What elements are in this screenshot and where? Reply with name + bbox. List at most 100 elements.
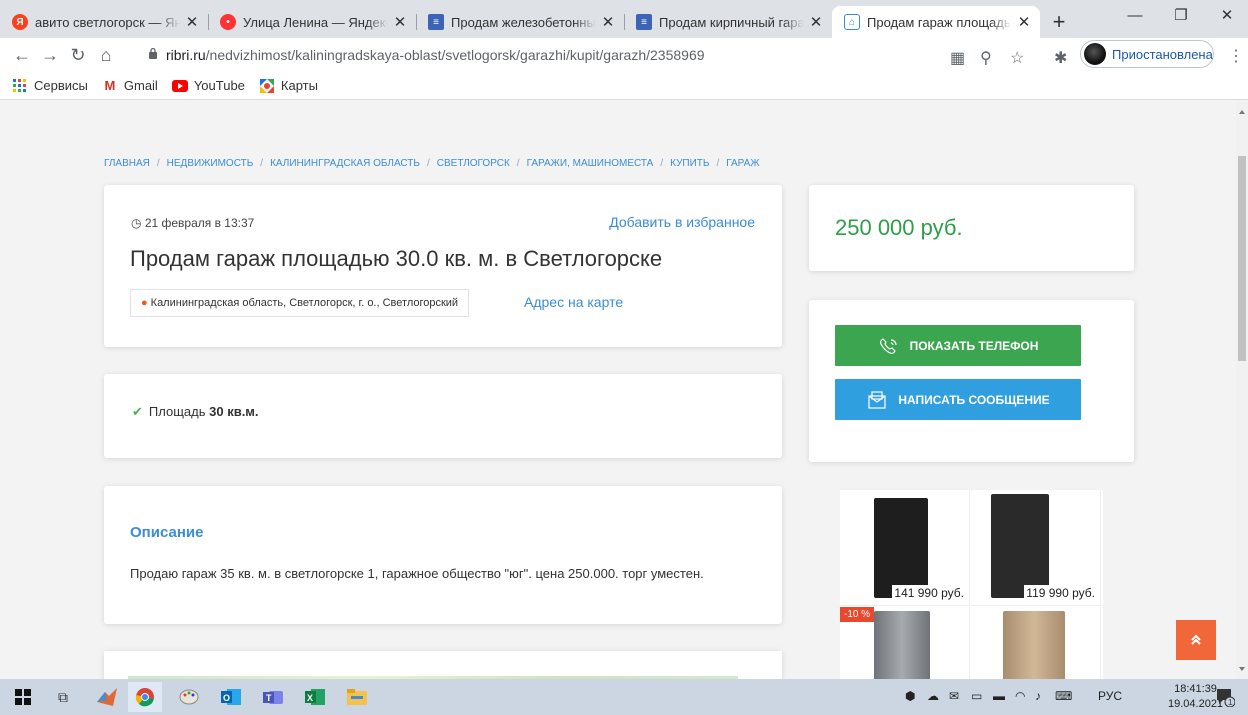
matlab-icon[interactable]	[96, 686, 118, 708]
ad-date: ◷ 21 февраля в 13:37	[131, 216, 254, 230]
map-link[interactable]: Адрес на карте	[524, 294, 623, 310]
tab-maps[interactable]: • Улица Ленина — Яндекс.Карты ✕	[208, 6, 416, 38]
battery-icon[interactable]: ▬	[993, 689, 1005, 703]
extensions-icon[interactable]: ✱	[1054, 48, 1067, 68]
tab-title: Продам гараж площадью	[867, 14, 1012, 30]
youtube-icon	[171, 79, 188, 93]
svg-text:O: O	[223, 693, 230, 703]
outlook-icon[interactable]: O	[220, 686, 242, 708]
volume-icon[interactable]: ♪	[1035, 689, 1041, 703]
product-card[interactable]	[971, 607, 1101, 679]
new-tab-button[interactable]: +	[1044, 6, 1074, 38]
bookmark-label: Gmail	[123, 78, 158, 93]
close-icon[interactable]: ✕	[184, 13, 200, 31]
breadcrumb-home[interactable]: ГЛАВНАЯ	[104, 158, 150, 169]
bookmark-maps[interactable]: Карты	[259, 78, 318, 93]
yandex-icon: Я	[12, 14, 28, 30]
onedrive-icon[interactable]: ☁	[927, 689, 939, 703]
outlook-tray-icon[interactable]: ✉	[949, 689, 959, 703]
breadcrumb-realty[interactable]: НЕДВИЖИМОСТЬ	[167, 158, 254, 169]
show-phone-label: ПОКАЗАТЬ ТЕЛЕФОН	[909, 338, 1039, 353]
apps-grid-icon	[12, 78, 28, 93]
bookmark-label: YouTube	[193, 78, 245, 93]
message-icon	[868, 390, 886, 409]
breadcrumb-garages[interactable]: ГАРАЖИ, МАШИНОМЕСТА	[527, 158, 654, 169]
breadcrumb-garage[interactable]: ГАРАЖ	[726, 158, 759, 169]
language-indicator[interactable]: РУС	[1098, 689, 1122, 703]
paint-icon[interactable]	[178, 686, 200, 708]
scroll-to-top-button[interactable]	[1176, 620, 1216, 660]
window-close-icon[interactable]: ✕	[1204, 0, 1248, 30]
address-text: Калининградская область, Светлогорск, г.…	[150, 297, 459, 309]
file-explorer-icon[interactable]	[346, 686, 368, 708]
tab-title: Продам кирпичный гараж	[659, 14, 804, 30]
windows-start-icon[interactable]	[12, 686, 34, 708]
star-icon[interactable]: ☆	[1010, 48, 1024, 68]
breadcrumb-city[interactable]: СВЕТЛОГОРСК	[437, 158, 510, 169]
svg-text:T: T	[266, 693, 272, 703]
scrollbar-thumb[interactable]	[1238, 156, 1246, 361]
network-share-icon[interactable]: ▭	[971, 689, 982, 703]
fridge-image	[1003, 611, 1065, 679]
translate-icon[interactable]: ▦	[950, 48, 965, 68]
profile-label: Приостановлена	[1112, 46, 1213, 62]
keyboard-icon[interactable]: ⌨	[1055, 689, 1072, 703]
back-icon[interactable]: ←	[8, 41, 36, 69]
url-text: ribri.ru/nedvizhimost/kaliningradskaya-o…	[166, 47, 705, 63]
tab-garage-area[interactable]: ⌂ Продам гараж площадью ✕	[832, 6, 1040, 38]
task-view-icon[interactable]: ⧉	[52, 686, 74, 708]
feature-area: ✔ Площадь 30 кв.м.	[132, 404, 259, 420]
scroll-down-icon[interactable]	[1239, 667, 1245, 671]
teams-tray-icon[interactable]: ⬢	[905, 689, 915, 703]
tab-concrete-garage[interactable]: ≡ Продам железобетонный гараж ✕	[416, 6, 624, 38]
zoom-icon[interactable]: ⚲	[980, 48, 992, 68]
bookmark-youtube[interactable]: YouTube	[171, 78, 245, 93]
ad-date-text: 21 февраля в 13:37	[144, 216, 255, 230]
wifi-icon[interactable]: ◠	[1015, 689, 1025, 703]
home-icon[interactable]: ⌂	[92, 41, 120, 69]
tab-yandex[interactable]: Я авито светлогорск — Яндекс ✕	[0, 6, 208, 38]
chrome-icon[interactable]	[128, 682, 162, 712]
tab-brick-garage[interactable]: ≡ Продам кирпичный гараж ✕	[624, 6, 832, 38]
product-card[interactable]: 119 990 руб.	[971, 490, 1101, 606]
show-phone-button[interactable]: ПОКАЗАТЬ ТЕЛЕФОН	[835, 325, 1081, 366]
write-message-label: НАПИСАТЬ СООБЩЕНИЕ	[898, 392, 1050, 407]
discount-badge: -10 %	[840, 607, 875, 622]
bookmark-label: Сервисы	[34, 78, 88, 93]
add-favorite-link[interactable]: Добавить в избранное	[609, 214, 755, 230]
address-bar[interactable]: ribri.ru/nedvizhimost/kaliningradskaya-o…	[140, 41, 1100, 69]
breadcrumb-buy[interactable]: КУПИТЬ	[670, 158, 709, 169]
profile-button[interactable]: Приостановлена	[1080, 40, 1214, 68]
close-icon[interactable]: ✕	[1016, 13, 1032, 31]
page-scrollbar[interactable]	[1236, 101, 1248, 679]
minimize-icon[interactable]: —	[1112, 0, 1158, 30]
close-icon[interactable]: ✕	[600, 13, 616, 31]
product-card[interactable]: 141 990 руб.	[840, 490, 970, 606]
notifications-icon[interactable]: 1	[1214, 686, 1236, 708]
breadcrumb-region[interactable]: КАЛИНИНГРАДСКАЯ ОБЛАСТЬ	[270, 158, 420, 169]
teams-icon[interactable]: T	[262, 686, 284, 708]
bookmark-gmail[interactable]: M Gmail	[102, 78, 158, 93]
excel-icon[interactable]: X	[304, 686, 326, 708]
bookmark-services[interactable]: Сервисы	[12, 78, 88, 93]
product-price: 141 990 руб.	[892, 585, 966, 601]
reload-icon[interactable]: ↻	[64, 41, 92, 69]
doc-icon: ≡	[636, 14, 652, 30]
feature-label: Площадь	[148, 404, 206, 419]
menu-icon[interactable]: ⋮	[1228, 46, 1244, 66]
restore-icon[interactable]: ❐	[1158, 0, 1204, 30]
fridge-image	[874, 498, 928, 598]
fridge-image	[991, 494, 1049, 598]
breadcrumb: ГЛАВНАЯ / НЕДВИЖИМОСТЬ / КАЛИНИНГРАДСКАЯ ОБЛ…	[104, 158, 760, 169]
close-icon[interactable]: ✕	[392, 13, 408, 31]
fridge-image	[874, 611, 930, 679]
close-icon[interactable]: ✕	[808, 13, 824, 31]
write-message-button[interactable]: НАПИСАТЬ СООБЩЕНИЕ	[835, 379, 1081, 420]
scroll-up-icon[interactable]	[1239, 110, 1245, 114]
forward-icon[interactable]: →	[36, 41, 64, 69]
product-card[interactable]: -10 %	[840, 607, 970, 679]
tab-title: Продам железобетонный гараж	[451, 14, 596, 30]
svg-text:X: X	[307, 693, 313, 703]
gmail-icon: M	[104, 78, 116, 93]
clock-icon: ◷	[131, 216, 145, 230]
